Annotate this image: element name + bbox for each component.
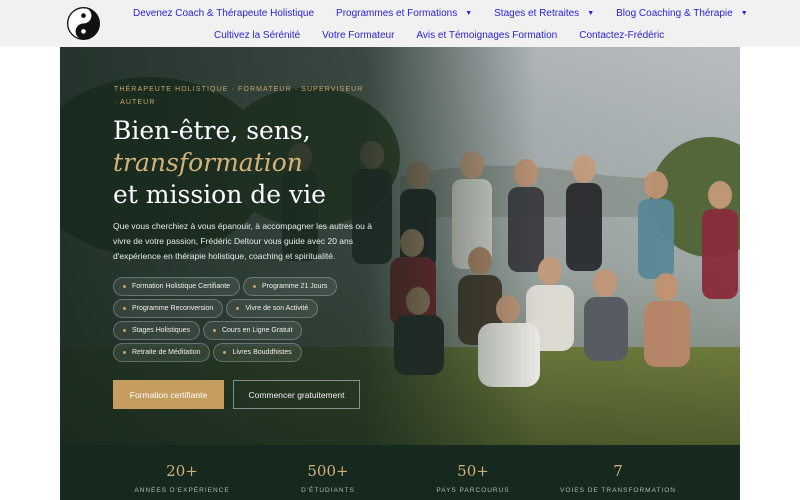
headline-accent: transformation	[113, 148, 303, 177]
nav-item-formateur[interactable]: Votre Formateur	[322, 30, 394, 41]
commencer-gratuitement-button[interactable]: Commencer gratuitement	[233, 380, 360, 409]
chevron-down-icon[interactable]: ▼	[587, 10, 594, 17]
tag-label: Programme Reconversion	[132, 305, 214, 312]
nav-label[interactable]: Stages et Retraites	[494, 8, 579, 19]
stat-label: Années d'expérience	[134, 487, 230, 494]
stat-value: 20+	[166, 462, 198, 480]
stat-etudiants: 500+ d'étudiants	[268, 461, 388, 494]
nav-label[interactable]: Cultivez la Sérénité	[214, 30, 300, 41]
stat-value: 500+	[307, 462, 349, 480]
bullet-icon	[253, 285, 257, 288]
nav-item-avis[interactable]: Avis et Témoignages Formation	[416, 30, 557, 41]
nav-item-stages[interactable]: Stages et Retraites ▼	[494, 8, 594, 19]
bullet-icon	[123, 285, 126, 288]
chevron-down-icon[interactable]: ▼	[465, 10, 472, 17]
tag-label: Retraite de Méditation	[132, 349, 201, 356]
tag-stages-holistiques[interactable]: Stages Holistiques	[113, 321, 200, 340]
nav-label[interactable]: Avis et Témoignages Formation	[416, 30, 557, 41]
hero-intro: Que vous cherchiez à vous épanouir, à ac…	[113, 221, 372, 261]
tag-label: Formation Holistique Certifiante	[132, 283, 231, 290]
nav-item-serenite[interactable]: Cultivez la Sérénité	[214, 30, 300, 41]
stat-value: 50+	[457, 462, 489, 480]
stat-label: Voies de transformation	[560, 487, 676, 494]
tag-formation-certifiante[interactable]: Formation Holistique Certifiante	[113, 277, 241, 296]
stat-label: Pays parcourus	[436, 487, 510, 494]
bullet-icon	[212, 329, 216, 332]
tag-label: Programme 21 Jours	[262, 283, 328, 290]
tag-vivre-activite[interactable]: Vivre de son Activité	[226, 299, 319, 318]
nav-item-blog[interactable]: Blog Coaching & Thérapie ▼	[616, 8, 748, 19]
stat-voies: 7 Voies de transformation	[558, 461, 678, 494]
formation-certifiante-button[interactable]: Formation certifiante	[113, 380, 224, 409]
nav-label[interactable]: Blog Coaching & Thérapie	[616, 8, 733, 19]
top-navigation: Devenez Coach & Thérapeute Holistique Pr…	[0, 0, 800, 47]
stats-bar: 20+ Années d'expérience 500+ d'étudiants…	[60, 445, 740, 500]
nav-label[interactable]: Programmes et Formations	[336, 8, 457, 19]
hero-kicker: Thérapeute holistique · Formateur · Supe…	[114, 86, 364, 106]
chevron-down-icon[interactable]: ▼	[741, 10, 748, 17]
program-tags: Formation Holistique Certifiante Program…	[113, 277, 373, 365]
nav-row-primary: Devenez Coach & Thérapeute Holistique Pr…	[133, 6, 770, 20]
tag-retraite-meditation[interactable]: Retraite de Méditation	[113, 343, 211, 362]
nav-row-secondary: Cultivez la Sérénité Votre Formateur Avi…	[214, 28, 686, 42]
nav-label[interactable]: Devenez Coach & Thérapeute Holistique	[133, 8, 314, 19]
bullet-icon	[123, 351, 126, 354]
hero-section: Thérapeute holistique · Formateur · Supe…	[60, 47, 740, 445]
bullet-icon	[236, 307, 240, 310]
bullet-icon	[123, 307, 126, 310]
nav-item-programmes[interactable]: Programmes et Formations ▼	[336, 8, 472, 19]
tag-label: Stages Holistiques	[132, 327, 190, 334]
bullet-icon	[123, 329, 126, 332]
stat-experience: 20+ Années d'expérience	[122, 461, 242, 494]
nav-label[interactable]: Votre Formateur	[322, 30, 394, 41]
yin-yang-icon[interactable]	[67, 7, 100, 40]
tag-programme-21-jours[interactable]: Programme 21 Jours	[243, 277, 338, 296]
headline-line: Bien-être, sens,	[113, 116, 311, 145]
nav-label[interactable]: Contactez-Frédéric	[579, 30, 664, 41]
tag-label: Cours en Ligne Gratuit	[221, 327, 293, 334]
stat-pays: 50+ Pays parcourus	[413, 461, 533, 494]
headline-line: et mission de vie	[113, 180, 326, 209]
hero-headline: Bien-être, sens, transformation et missi…	[113, 115, 433, 211]
stat-label: d'étudiants	[301, 487, 355, 494]
nav-item-contact[interactable]: Contactez-Frédéric	[579, 30, 664, 41]
tag-label: Livres Bouddhistes	[232, 349, 292, 356]
tag-cours-en-ligne[interactable]: Cours en Ligne Gratuit	[202, 321, 303, 340]
stat-value: 7	[613, 462, 623, 480]
bullet-icon	[223, 351, 227, 354]
tag-label: Vivre de son Activité	[245, 305, 309, 312]
tag-programme-reconversion[interactable]: Programme Reconversion	[113, 299, 224, 318]
tag-livres-bouddhistes[interactable]: Livres Bouddhistes	[213, 343, 302, 362]
nav-item-devenez-coach[interactable]: Devenez Coach & Thérapeute Holistique	[133, 8, 314, 19]
